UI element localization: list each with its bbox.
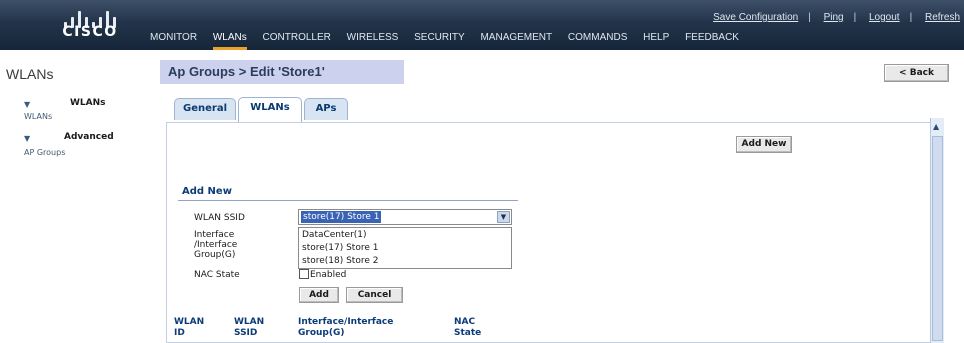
ping-link[interactable]: Ping (824, 12, 844, 23)
column-header-wlan-ssid: WLAN SSID (234, 317, 265, 338)
nav-controller[interactable]: CONTROLLER (263, 32, 331, 47)
triangle-down-icon[interactable]: ▼ (24, 134, 30, 143)
save-configuration-link[interactable]: Save Configuration (713, 12, 798, 23)
column-header-interface: Interface/Interface Group(G) (298, 317, 394, 338)
add-button[interactable]: Add (299, 287, 339, 303)
sidebar-group-label[interactable]: Advanced (64, 132, 114, 142)
dropdown-option[interactable]: store(18) Store 2 (302, 256, 378, 266)
column-header-nac-state: NAC State (454, 317, 482, 338)
add-new-button[interactable]: Add New (736, 136, 792, 153)
main-content: Ap Groups > Edit 'Store1' < Back General… (158, 50, 964, 343)
nac-state-label: NAC State (194, 270, 240, 280)
sidebar: WLANs ▼ WLANs WLANs ▼ Advanced AP Groups (0, 50, 158, 343)
cisco-wordmark: CISCO (62, 24, 118, 40)
top-banner: CISCO Save Configuration | Ping | Logout | … (0, 0, 964, 50)
page-title: Ap Groups > Edit 'Store1' (160, 60, 404, 84)
dropdown-option[interactable]: DataCenter(1) (302, 230, 367, 240)
tab-general[interactable]: General (174, 98, 236, 120)
wlan-ssid-select[interactable]: store(17) Store 1 ▼ (298, 209, 512, 225)
sidebar-item-wlans[interactable]: WLANs (24, 112, 52, 121)
nav-wireless[interactable]: WIRELESS (347, 32, 399, 47)
nav-security[interactable]: SECURITY (414, 32, 465, 47)
sidebar-group-label[interactable]: WLANs (70, 98, 106, 108)
nav-feedback[interactable]: FEEDBACK (685, 32, 739, 47)
dropdown-option[interactable]: store(17) Store 1 (302, 243, 378, 253)
cancel-button[interactable]: Cancel (346, 287, 403, 303)
cisco-logo: CISCO (30, 4, 150, 46)
sidebar-title: WLANs (6, 66, 54, 82)
scroll-up-arrow-icon[interactable]: ▲ (933, 122, 939, 131)
interface-label: Interface /Interface Group(G) (194, 230, 238, 260)
chevron-down-icon[interactable]: ▼ (497, 211, 510, 223)
sidebar-item-ap-groups[interactable]: AP Groups (24, 148, 65, 157)
nac-enabled-checkbox[interactable] (299, 269, 309, 279)
nav-management[interactable]: MANAGEMENT (480, 32, 552, 47)
back-button[interactable]: < Back (884, 64, 949, 82)
utility-links: Save Configuration | Ping | Logout | Refres… (713, 12, 960, 23)
main-nav: MONITOR WLANs CONTROLLER WIRELESS SECURI… (150, 32, 752, 50)
nav-commands[interactable]: COMMANDS (568, 32, 627, 47)
tab-wlans[interactable]: WLANs (238, 97, 302, 122)
wlan-ssid-dropdown-list: DataCenter(1) store(17) Store 1 store(18… (298, 227, 512, 269)
column-header-wlan-id: WLAN ID (174, 317, 205, 338)
section-divider (178, 200, 518, 201)
refresh-link[interactable]: Refresh (925, 12, 960, 23)
tab-aps[interactable]: APs (304, 98, 348, 120)
scrollbar-thumb[interactable] (932, 136, 943, 341)
tab-panel (166, 122, 944, 343)
wlan-ssid-label: WLAN SSID (194, 213, 245, 223)
section-title: Add New (182, 186, 232, 197)
vertical-scrollbar[interactable]: ▲ (930, 118, 944, 343)
nav-help[interactable]: HELP (643, 32, 669, 47)
nac-enabled-label: Enabled (310, 270, 347, 280)
wlan-ssid-selected-value: store(17) Store 1 (301, 211, 382, 223)
triangle-down-icon[interactable]: ▼ (24, 100, 30, 109)
nav-wlans[interactable]: WLANs (212, 32, 247, 50)
logout-link[interactable]: Logout (869, 12, 900, 23)
nav-monitor[interactable]: MONITOR (150, 32, 197, 47)
